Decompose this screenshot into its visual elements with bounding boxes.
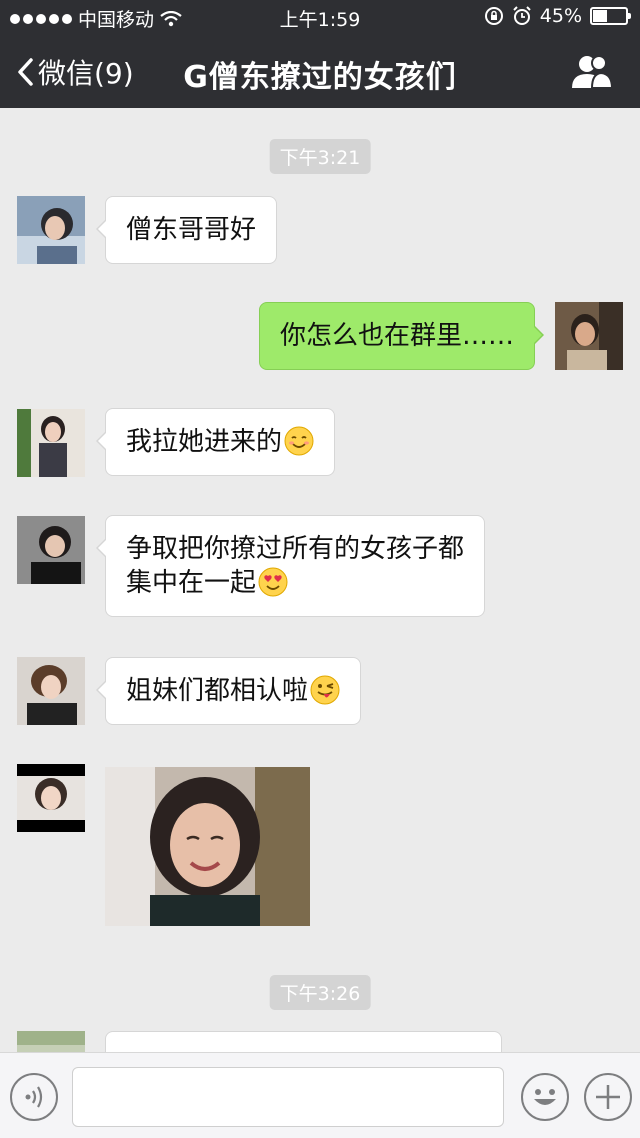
voice-icon: [25, 1086, 43, 1108]
smiley-icon: [534, 1089, 556, 1105]
avatar[interactable]: [17, 516, 85, 584]
status-bar: 中国移动 上午1:59 45%: [0, 0, 640, 34]
heart-eyes-emoji: [258, 567, 288, 597]
rotation-lock-icon: [484, 7, 503, 25]
group-members-icon: [572, 55, 614, 89]
message-text: 我拉她进来的: [126, 427, 283, 457]
blush-emoji: [284, 426, 314, 456]
battery-percent: 45%: [539, 5, 582, 27]
message-text: 你怎么也在群里……: [279, 321, 514, 351]
voice-button[interactable]: [10, 1073, 58, 1121]
message-bubble[interactable]: 姐妹们都相认啦: [95, 657, 362, 725]
message-bubble[interactable]: [105, 1031, 502, 1052]
avatar[interactable]: [17, 657, 85, 725]
top-bar: 中国移动 上午1:59 45% 微信(9) G僧东撩过的女孩们: [0, 0, 640, 108]
avatar[interactable]: [17, 196, 85, 264]
image-message[interactable]: [105, 767, 310, 926]
status-right: 45%: [484, 5, 631, 27]
message-bubble[interactable]: 僧东哥哥好: [95, 196, 278, 264]
message-text-line: 集中在一起: [126, 568, 257, 598]
input-bar: [0, 1052, 640, 1138]
message-input[interactable]: [72, 1067, 504, 1127]
message-text-line: 争取把你撩过所有的女孩子都: [126, 534, 465, 564]
back-button[interactable]: 微信(9): [16, 52, 134, 92]
message-text: 僧东哥哥好: [126, 215, 257, 245]
plus-icon: [596, 1085, 620, 1109]
group-info-button[interactable]: [570, 54, 614, 90]
avatar[interactable]: [17, 764, 85, 832]
chat-area[interactable]: 下午3:21 僧东哥哥好 你怎么也在群里…… 我拉她进来的 争取把你撩过所有的女…: [0, 108, 640, 1052]
message-text: 姐妹们都相认啦: [126, 676, 309, 706]
message-bubble[interactable]: 我拉她进来的: [95, 408, 336, 476]
alarm-icon: [513, 6, 531, 25]
timestamp: 下午3:21: [269, 139, 371, 174]
battery-icon: [590, 7, 631, 25]
avatar[interactable]: [17, 409, 85, 477]
battery-fill: [593, 10, 608, 22]
message-bubble-own[interactable]: 你怎么也在群里……: [258, 302, 545, 370]
chevron-left-icon: [18, 58, 33, 86]
timestamp: 下午3:26: [269, 975, 371, 1010]
emoji-button[interactable]: [521, 1073, 569, 1121]
nav-bar: 微信(9) G僧东撩过的女孩们: [0, 34, 640, 108]
more-button[interactable]: [584, 1073, 632, 1121]
message-bubble[interactable]: 争取把你撩过所有的女孩子都 集中在一起: [95, 515, 486, 617]
winking-tongue-emoji: [310, 675, 340, 705]
back-label: 微信(9): [38, 57, 134, 90]
my-avatar[interactable]: [555, 302, 623, 370]
avatar[interactable]: [17, 1031, 85, 1052]
